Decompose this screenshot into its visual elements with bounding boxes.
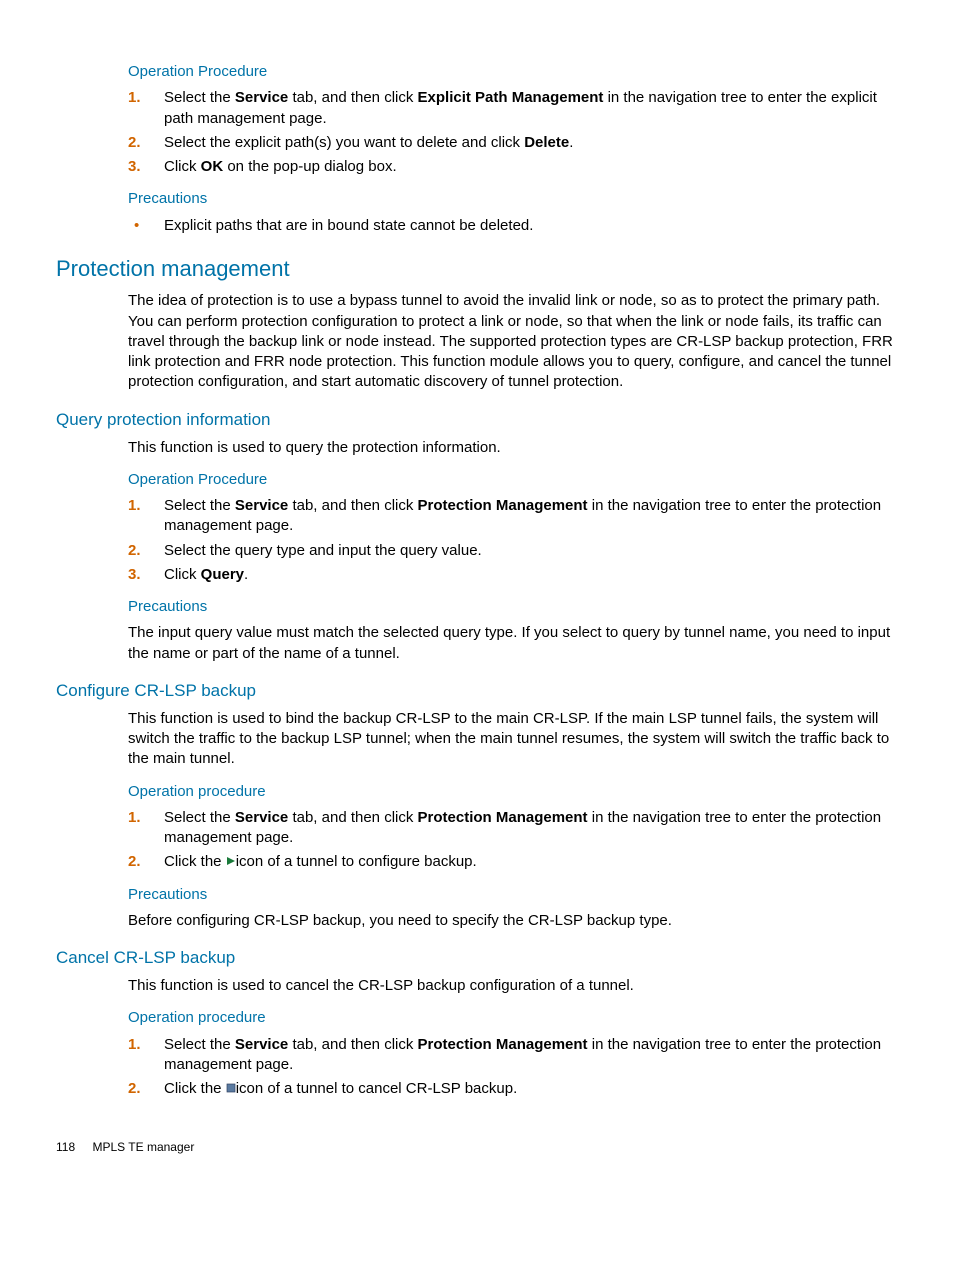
precaution-text: The input query value must match the sel…: [128, 623, 898, 664]
bold-text: Service: [235, 809, 288, 826]
step-text: .: [244, 566, 248, 583]
step-1: 1. Select the Service tab, and then clic…: [128, 1035, 898, 1076]
step-text: Select the: [164, 1036, 235, 1053]
bold-text: Delete: [524, 134, 569, 151]
precaution-item: Explicit paths that are in bound state c…: [128, 216, 898, 236]
step-1: 1. Select the Service tab, and then clic…: [128, 808, 898, 849]
step-text: tab, and then click: [288, 89, 417, 106]
step-text: on the pop-up dialog box.: [223, 158, 396, 175]
step-2: 2. Select the query type and input the q…: [128, 541, 898, 561]
configure-crlsp-heading: Configure CR-LSP backup: [56, 680, 898, 703]
step-text: .: [569, 134, 573, 151]
step-1: 1. Select the Service tab, and then clic…: [128, 496, 898, 537]
step-text: tab, and then click: [288, 809, 417, 826]
step-text: icon of a tunnel to cancel CR-LSP backup…: [236, 1080, 518, 1097]
bold-text: Query: [201, 566, 244, 583]
step-3: 3. Click OK on the pop-up dialog box.: [128, 157, 898, 177]
precautions-heading: Precautions: [128, 885, 898, 905]
precautions-heading: Precautions: [128, 189, 898, 209]
query-intro: This function is used to query the prote…: [128, 438, 898, 458]
step-text: Select the query type and input the quer…: [164, 542, 482, 559]
step-text: tab, and then click: [288, 497, 417, 514]
bold-text: OK: [201, 158, 224, 175]
footer-title: MPLS TE manager: [92, 1140, 194, 1154]
precautions-heading: Precautions: [128, 597, 898, 617]
step-text: Select the explicit path(s) you want to …: [164, 134, 524, 151]
protection-management-heading: Protection management: [56, 254, 898, 284]
step-text: Click the: [164, 1080, 226, 1097]
step-2: 2. Select the explicit path(s) you want …: [128, 133, 898, 153]
step-text: Click the: [164, 853, 226, 870]
query-protection-heading: Query protection information: [56, 409, 898, 432]
step-2: 2. Click the icon of a tunnel to cancel …: [128, 1079, 898, 1099]
operation-procedure-heading: Operation Procedure: [128, 470, 898, 490]
operation-steps-list: 1. Select the Service tab, and then clic…: [128, 496, 898, 585]
page-footer: 118 MPLS TE manager: [56, 1139, 898, 1155]
step-text: Select the: [164, 497, 235, 514]
operation-procedure-heading: Operation procedure: [128, 1008, 898, 1028]
stop-square-icon: [226, 1079, 236, 1099]
operation-procedure-heading: Operation Procedure: [128, 62, 898, 82]
operation-steps-list: 1. Select the Service tab, and then clic…: [128, 808, 898, 873]
bold-text: Service: [235, 497, 288, 514]
bold-text: Service: [235, 89, 288, 106]
play-triangle-icon: [226, 852, 236, 872]
cancel-crlsp-heading: Cancel CR-LSP backup: [56, 947, 898, 970]
step-text: icon of a tunnel to configure backup.: [236, 853, 477, 870]
page-number: 118: [56, 1139, 75, 1155]
precaution-text: Before configuring CR-LSP backup, you ne…: [128, 911, 898, 931]
bold-text: Protection Management: [418, 809, 588, 826]
step-text: Click: [164, 566, 201, 583]
step-3: 3. Click Query.: [128, 565, 898, 585]
configure-intro: This function is used to bind the backup…: [128, 709, 898, 770]
bold-text: Protection Management: [418, 497, 588, 514]
bold-text: Protection Management: [418, 1036, 588, 1053]
precautions-list: Explicit paths that are in bound state c…: [128, 216, 898, 236]
step-text: Select the: [164, 89, 235, 106]
step-text: tab, and then click: [288, 1036, 417, 1053]
operation-steps-list: 1. Select the Service tab, and then clic…: [128, 88, 898, 177]
step-text: Click: [164, 158, 201, 175]
operation-steps-list: 1. Select the Service tab, and then clic…: [128, 1035, 898, 1100]
step-text: Select the: [164, 809, 235, 826]
step-2: 2. Click the icon of a tunnel to configu…: [128, 852, 898, 872]
operation-procedure-heading: Operation procedure: [128, 782, 898, 802]
bold-text: Explicit Path Management: [418, 89, 604, 106]
bold-text: Service: [235, 1036, 288, 1053]
protection-intro: The idea of protection is to use a bypas…: [128, 291, 898, 392]
step-1: 1. Select the Service tab, and then clic…: [128, 88, 898, 129]
cancel-intro: This function is used to cancel the CR-L…: [128, 976, 898, 996]
